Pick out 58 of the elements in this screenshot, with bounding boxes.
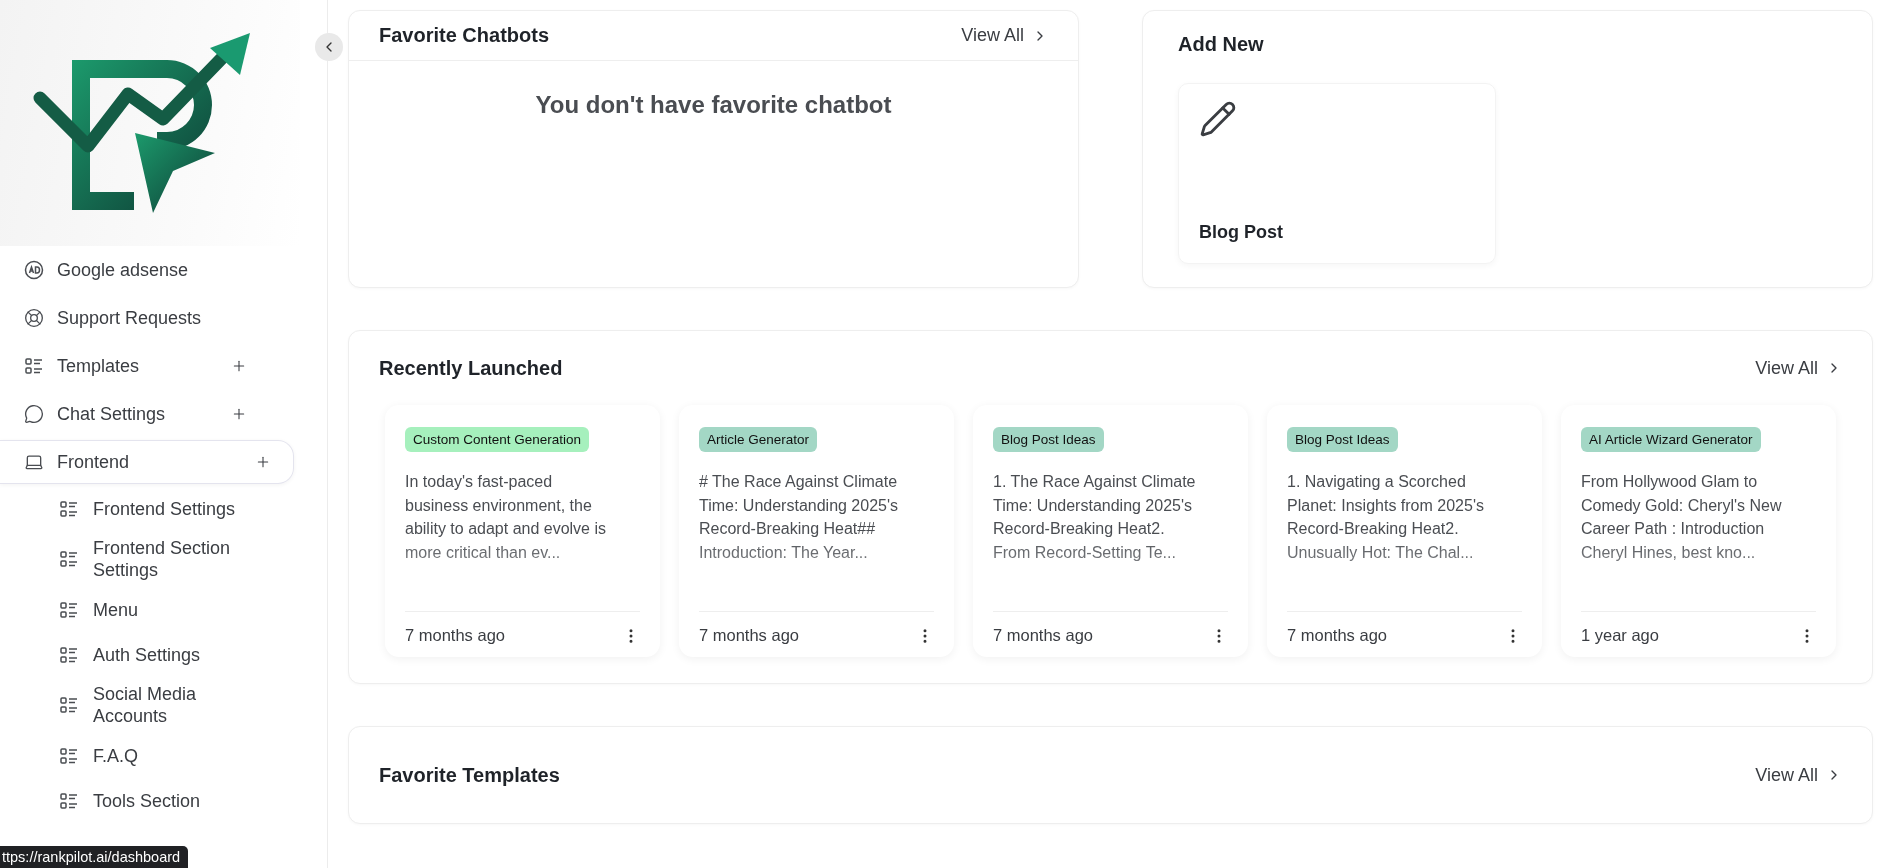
- list-icon: [59, 790, 79, 811]
- launched-card[interactable]: Blog Post Ideas 1. The Race Against Climate Time: Understanding 2025's Record-Breaking Heat2. From Record-Setting Te... 7 months ago: [973, 405, 1248, 657]
- card-time: 7 months ago: [405, 626, 505, 645]
- category-tag: Blog Post Ideas: [1287, 427, 1398, 452]
- card-time: 7 months ago: [993, 626, 1093, 645]
- category-tag: Article Generator: [699, 427, 818, 452]
- list-icon: [59, 695, 79, 715]
- launched-card[interactable]: Custom Content Generation In today's fast-paced business environment, the ability to adapt and evolve is more critical than ev... 7 months ago: [385, 405, 660, 657]
- status-url-tooltip: ttps://rankpilot.ai/dashboard: [0, 846, 189, 868]
- list-icon: [59, 498, 79, 519]
- view-all-link[interactable]: View All: [1755, 764, 1842, 786]
- list-icon: [59, 745, 79, 766]
- sidebar-subitem[interactable]: Auth Settings: [0, 632, 327, 677]
- sidebar-item[interactable]: Frontend: [0, 440, 294, 484]
- list-icon: [59, 599, 79, 620]
- list-icon: [24, 356, 44, 376]
- card-snippet: In today's fast-paced business environment, the ability to adapt and evolve is more critical than ev...: [405, 472, 607, 563]
- launched-card[interactable]: AI Article Wizard Generator From Hollywood Glam to Comedy Gold: Cheryl's New Career Path : Introduction Cheryl Hines, best kno... 1 year ago: [1561, 405, 1836, 657]
- launched-card[interactable]: Blog Post Ideas 1. Navigating a Scorched Planet: Insights from 2025's Record-Breaking Heat2. Unusually Hot: The Chal... 7 months ago: [1267, 405, 1542, 657]
- sidebar-subitem[interactable]: Frontend Section Settings: [0, 531, 327, 587]
- ad-icon: [24, 260, 44, 280]
- sidebar-subitem[interactable]: Social Media Accounts: [0, 677, 327, 733]
- category-tag: Blog Post Ideas: [993, 427, 1104, 452]
- sidebar-subitem[interactable]: F.A.Q: [0, 733, 327, 778]
- category-tag: AI Article Wizard Generator: [1581, 427, 1761, 452]
- card-snippet: 1. Navigating a Scorched Planet: Insights from 2025's Record-Breaking Heat2. Unusually Hot: The Chal...: [1287, 472, 1485, 563]
- view-all-link[interactable]: View All: [1755, 357, 1842, 379]
- sidebar-item[interactable]: Templates: [0, 344, 270, 388]
- card-time: 7 months ago: [699, 626, 799, 645]
- sidebar-item[interactable]: Support Requests: [0, 296, 270, 340]
- card-snippet: 1. The Race Against Climate Time: Understanding 2025's Record-Breaking Heat2. From Record-Setting Te...: [993, 472, 1197, 563]
- sidebar-subitem[interactable]: Menu: [0, 587, 327, 632]
- category-tag: Custom Content Generation: [405, 427, 590, 452]
- chat-icon: [24, 404, 44, 424]
- card-time: 7 months ago: [1287, 626, 1387, 645]
- card-time: 1 year ago: [1581, 626, 1659, 645]
- pencil-icon: [1199, 100, 1237, 138]
- view-all-link[interactable]: View All: [961, 25, 1048, 46]
- sidebar-subitem[interactable]: Tools Section: [0, 778, 327, 823]
- add-new-tile[interactable]: Blog Post: [1178, 83, 1496, 264]
- empty-message: You don't have favorite chatbot: [534, 90, 893, 120]
- card-snippet: From Hollywood Glam to Comedy Gold: Cheryl's New Career Path : Introduction Cheryl Hines, best kno...: [1581, 472, 1783, 563]
- panel-title: Add New: [1177, 32, 1264, 56]
- sidebar-item[interactable]: Google adsense: [0, 248, 270, 292]
- card-snippet: # The Race Against Climate Time: Understanding 2025's Record-Breaking Heat## Introduction: The Year...: [699, 472, 899, 563]
- list-icon: [59, 549, 79, 569]
- plus-icon: [231, 406, 247, 422]
- plus-icon: [231, 358, 247, 374]
- sidebar-item[interactable]: Chat Settings: [0, 392, 270, 436]
- collapse-button[interactable]: [315, 33, 343, 61]
- plus-icon: [255, 454, 271, 470]
- lifebuoy-icon: [24, 308, 44, 328]
- sidebar-subitem[interactable]: Frontend Settings: [0, 486, 327, 531]
- launched-card[interactable]: Article Generator # The Race Against Climate Time: Understanding 2025's Record-Breaking Heat## Introduction: The Year... 7 months ago: [679, 405, 954, 657]
- list-icon: [59, 644, 79, 665]
- panel-title: Recently Launched: [379, 356, 563, 380]
- panel-title: Favorite Chatbots: [379, 24, 550, 47]
- panel-title: Favorite Templates: [379, 763, 560, 787]
